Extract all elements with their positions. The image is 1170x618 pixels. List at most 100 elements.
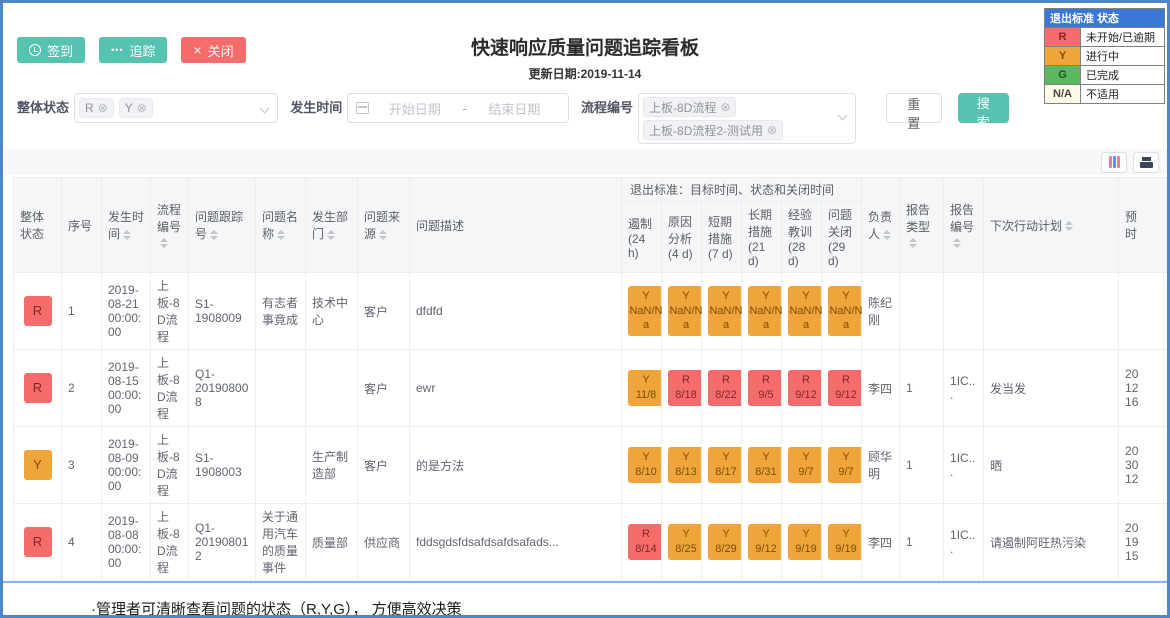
cell-criteria: Y8/25 (662, 504, 702, 581)
chip-target-date: 8/10 (635, 466, 656, 478)
col-header[interactable]: 问题名称 (256, 178, 306, 273)
sort-desc-icon (123, 236, 131, 240)
close-icon: × (193, 42, 201, 58)
status-legend: 退出标准 状态 R未开始/已逾期Y进行中G已完成N/A不适用 (1044, 8, 1165, 104)
col-header-label: 原因分析(4 d) (668, 215, 693, 261)
cell-dept (306, 350, 358, 427)
table-body: R12019-08-21 00:00:00上板-8D流程S1-1908009有志… (14, 273, 1170, 581)
cell-seq: 2 (62, 350, 102, 427)
filter-tag: R (79, 98, 114, 118)
start-date-placeholder[interactable]: 开始日期 (369, 99, 460, 118)
table-head: 整体状态序号发生时间流程编号问题跟踪号问题名称发生部门问题来源问题描述退出标准：… (14, 178, 1170, 273)
issues-table: 整体状态序号发生时间流程编号问题跟踪号问题名称发生部门问题来源问题描述退出标准：… (13, 177, 1170, 581)
col-header[interactable]: 下次行动计划 (984, 178, 1119, 273)
filter-tag-label: 上板-8D流程 (649, 99, 716, 116)
col-header: 长期措施(21 d) (742, 202, 782, 273)
chip-target-date: 8/14 (635, 543, 656, 555)
criteria-status-chip: Y NaN/Na (668, 286, 704, 337)
chip-target-date: NaN/Na (749, 305, 782, 332)
cell-criteria: R9/5 (742, 350, 782, 427)
criteria-status-chip: YNaN/Na (628, 286, 664, 337)
process-tags: 上板-8D流程上板-8D流程2-测试用 (643, 97, 783, 140)
criteria-status-chip: Y8/31 (748, 447, 784, 483)
col-header[interactable]: 报告类型 (900, 178, 944, 273)
chip-status-code: Y (722, 451, 729, 463)
chip-status-code: Y (642, 374, 649, 386)
chip-target-date: 9/12 (755, 543, 776, 555)
header: 签到 ••• 追踪 × 关闭 快速响应质量问题追踪看板 更新日期:2019-11… (3, 3, 1167, 89)
process-select[interactable]: 上板-8D流程上板-8D流程2-测试用 (638, 93, 856, 144)
cell-track-no: S1-1908009 (189, 273, 256, 350)
process-filter-label: 流程编号 (581, 93, 633, 123)
criteria-status-chip: Y8/29 (708, 524, 744, 560)
sort-icon (327, 230, 335, 240)
sort-asc-icon (277, 230, 285, 234)
cell-expect: 20 19 15 (1119, 504, 1170, 581)
filter-tag: 上板-8D流程 (643, 97, 736, 117)
chip-target-date: 8/17 (715, 466, 736, 478)
exit-criteria-group-header: 退出标准：目标时间、状态和关闭时间 (622, 178, 862, 202)
end-date-placeholder[interactable]: 结束日期 (469, 99, 560, 118)
col-header[interactable]: 流程编号 (151, 178, 189, 273)
cell-criteria: Y8/31 (742, 427, 782, 504)
col-header[interactable]: 报告编号 (944, 178, 984, 273)
chip-status-code: Y (762, 290, 769, 302)
status-badge: Y (24, 450, 52, 480)
chip-status-code: Y (682, 451, 689, 463)
criteria-status-chip: R9/12 (828, 370, 864, 406)
col-header[interactable]: 负责人 (862, 178, 900, 273)
chip-status-code: Y (642, 451, 649, 463)
time-filter-label: 发生时间 (290, 93, 342, 123)
tag-close-icon[interactable] (767, 124, 777, 136)
cell-dept: 生产制造部 (306, 427, 358, 504)
sign-in-button[interactable]: 签到 (17, 37, 85, 63)
criteria-status-chip: Y8/25 (668, 524, 704, 560)
criteria-status-chip: Y8/13 (668, 447, 704, 483)
cell-criteria: Y9/7 (782, 427, 822, 504)
status-badge: R (24, 527, 52, 557)
cell-criteria: YNaN/Na (622, 273, 662, 350)
tag-close-icon[interactable] (137, 102, 147, 114)
legend-row: N/A不适用 (1045, 85, 1165, 104)
tag-close-icon[interactable] (720, 101, 730, 113)
cell-occur-time: 2019-08-09 00:00:00 (102, 427, 151, 504)
legend-status-label: 不适用 (1081, 85, 1165, 104)
cell-overall-status: Y (14, 427, 62, 504)
cell-source: 客户 (358, 273, 410, 350)
sort-asc-icon (160, 238, 168, 242)
chip-target-date: NaN/Na (669, 305, 702, 332)
chip-target-date: 8/29 (715, 543, 736, 555)
print-button[interactable] (1133, 152, 1159, 173)
close-button[interactable]: × 关闭 (181, 37, 245, 63)
cell-occur-time: 2019-08-08 00:00:00 (102, 504, 151, 581)
cell-criteria: Y9/19 (782, 504, 822, 581)
cell-criteria: YNaN/Na (822, 273, 862, 350)
criteria-status-chip: Y NaN/Na (748, 286, 784, 337)
table-section: 整体状态序号发生时间流程编号问题跟踪号问题名称发生部门问题来源问题描述退出标准：… (3, 149, 1167, 583)
chip-status-code: R (842, 374, 850, 386)
date-range-picker[interactable]: 开始日期 - 结束日期 (347, 93, 569, 123)
col-header[interactable]: 发生部门 (306, 178, 358, 273)
reset-button[interactable]: 重置 (886, 93, 941, 123)
tag-close-icon[interactable] (98, 102, 108, 114)
status-select[interactable]: RY (74, 93, 278, 123)
search-button[interactable]: 搜索 (958, 93, 1009, 123)
chip-status-code: Y (842, 451, 849, 463)
track-button[interactable]: ••• 追踪 (99, 37, 167, 63)
cell-report-type: 1 (900, 504, 944, 581)
cell-report-no: 1IC... (944, 427, 984, 504)
cell-next-plan (984, 273, 1119, 350)
sort-icon (160, 238, 168, 248)
cell-issue-name (256, 350, 306, 427)
chevron-down-icon (260, 104, 270, 114)
chip-status-code: Y (682, 290, 689, 302)
col-header[interactable]: 问题来源 (358, 178, 410, 273)
table-row: R12019-08-21 00:00:00上板-8D流程S1-1908009有志… (14, 273, 1170, 350)
criteria-status-chip: YNaN/Na (828, 286, 864, 337)
status-badge: R (24, 373, 52, 403)
column-settings-button[interactable] (1101, 152, 1127, 173)
cell-criteria: Y8/29 (702, 504, 742, 581)
col-header[interactable]: 发生时间 (102, 178, 151, 273)
col-header[interactable]: 问题跟踪号 (189, 178, 256, 273)
cell-process: 上板-8D流程 (151, 427, 189, 504)
